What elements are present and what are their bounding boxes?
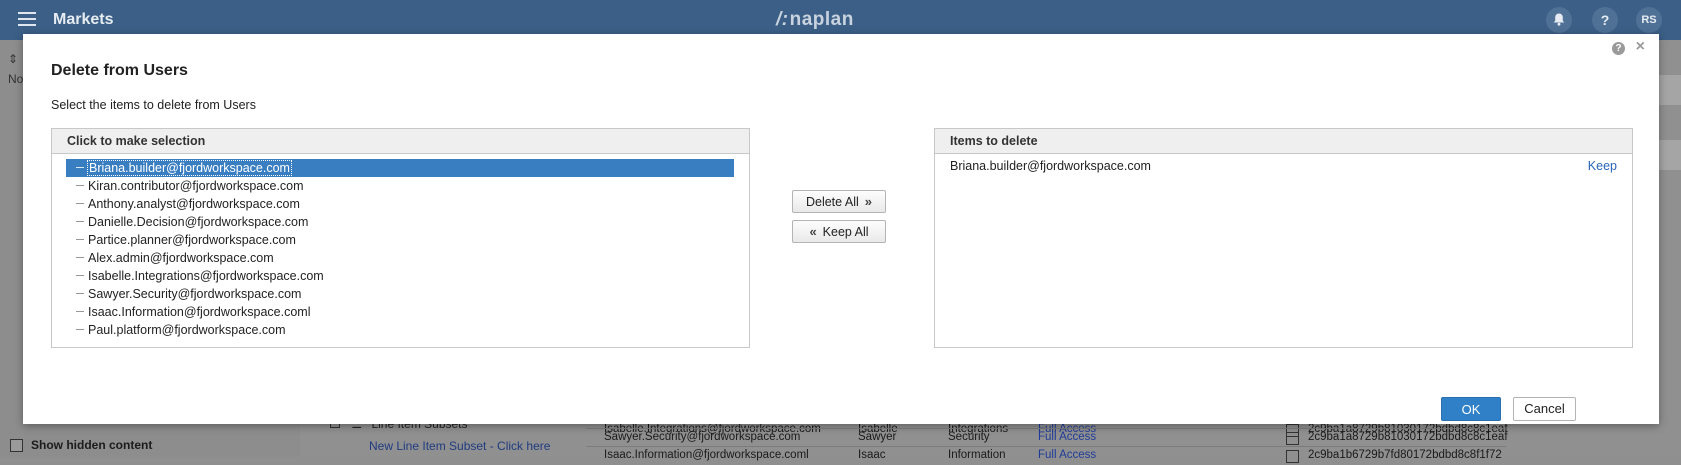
show-hidden-content-toggle[interactable]: Show hidden content xyxy=(10,438,152,452)
items-to-delete-header: Items to delete xyxy=(935,129,1632,154)
tree-item[interactable]: Danielle.Decision@fjordworkspace.com xyxy=(66,213,734,231)
tree-item[interactable]: Partice.planner@fjordworkspace.com xyxy=(66,231,734,249)
double-chevron-left-icon: « xyxy=(809,224,817,239)
items-to-delete-panel: Items to delete Briana.builder@fjordwork… xyxy=(934,128,1633,348)
delete-list-item: Briana.builder@fjordworkspace.com xyxy=(950,159,1151,173)
anaplan-logo: /:naplan xyxy=(776,9,854,30)
new-subset-link[interactable]: New Line Item Subset - Click here xyxy=(369,439,550,453)
keep-link[interactable]: Keep xyxy=(1588,159,1617,173)
show-hidden-checkbox[interactable] xyxy=(10,438,23,452)
sort-icon[interactable]: ⇕ xyxy=(8,52,18,66)
cancel-button[interactable]: Cancel xyxy=(1513,397,1576,421)
dialog-instructions: Select the items to delete from Users xyxy=(51,98,256,112)
hamburger-menu-icon[interactable] xyxy=(18,12,36,26)
delete-all-button[interactable]: Delete All » xyxy=(792,190,886,213)
help-button[interactable]: ? xyxy=(1592,7,1618,33)
double-chevron-right-icon: » xyxy=(864,194,873,209)
dialog-title: Delete from Users xyxy=(51,62,188,79)
tree-item[interactable]: Sawyer.Security@fjordworkspace.com xyxy=(66,285,734,303)
selection-panel: Click to make selection Briana.builder@f… xyxy=(51,128,750,348)
ok-button[interactable]: OK xyxy=(1441,397,1501,421)
row-checkbox[interactable] xyxy=(1286,432,1299,445)
truncated-label: No xyxy=(8,72,24,86)
bell-icon[interactable] xyxy=(1546,7,1572,33)
keep-all-button[interactable]: « Keep All xyxy=(792,220,886,243)
user-tree: Briana.builder@fjordworkspace.com Kiran.… xyxy=(66,159,734,339)
user-avatar[interactable]: RS xyxy=(1636,7,1662,33)
tree-item[interactable]: Alex.admin@fjordworkspace.com xyxy=(66,249,734,267)
tree-item[interactable]: Paul.platform@fjordworkspace.com xyxy=(66,321,734,339)
tree-item[interactable]: Briana.builder@fjordworkspace.com xyxy=(66,159,734,177)
table-row[interactable]: Isaac.Information@fjordworkspace.coml Is… xyxy=(586,446,1506,465)
tree-item[interactable]: Anthony.analyst@fjordworkspace.com xyxy=(66,195,734,213)
table-row[interactable]: Sawyer.Security@fjordworkspace.com Sawye… xyxy=(586,428,1508,447)
tree-item[interactable]: Isabelle.Integrations@fjordworkspace.com xyxy=(66,267,734,285)
app-title: Markets xyxy=(53,11,114,28)
tree-item[interactable]: Kiran.contributor@fjordworkspace.com xyxy=(66,177,734,195)
close-icon[interactable]: × xyxy=(1636,38,1645,56)
delete-from-users-dialog: ? × Delete from Users Select the items t… xyxy=(23,34,1659,424)
tree-item[interactable]: Isaac.Information@fjordworkspace.coml xyxy=(66,303,734,321)
selection-panel-header: Click to make selection xyxy=(52,129,749,154)
dialog-help-icon[interactable]: ? xyxy=(1612,42,1625,55)
